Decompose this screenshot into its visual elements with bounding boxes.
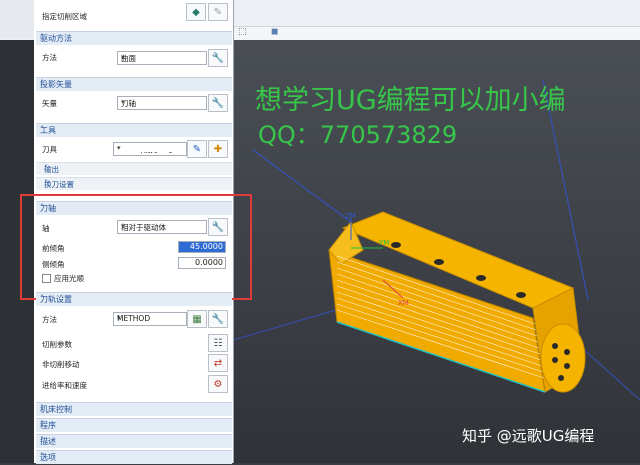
chevron-up-icon: ˄ — [40, 33, 44, 42]
view-cube-icon[interactable]: ◼ — [271, 27, 278, 37]
xm-axis-label: XM — [398, 299, 409, 307]
cut-area-label: 指定切削区域 — [42, 12, 87, 21]
flashlight-icon: ✎ — [213, 6, 223, 18]
non-cut-icon: ⇄ — [213, 357, 223, 369]
tool-new-icon: ✚ — [213, 143, 223, 155]
chevron-down-icon: ˅ — [40, 436, 44, 445]
section-machine-control[interactable]: 机床控制 ˅ — [36, 402, 232, 416]
cut-params-button[interactable]: ☷ — [208, 334, 228, 352]
chevron-up-icon: ˄ — [40, 294, 44, 303]
section-tool[interactable]: 工具 ˄ — [36, 123, 232, 137]
feeds-speeds-label: 进给率和速度 — [42, 381, 87, 390]
drive-edit-button[interactable]: 🔧 — [208, 49, 228, 67]
path-method-select[interactable]: METHOD ▾ — [113, 312, 187, 326]
tool-label: 刀具 — [42, 145, 57, 154]
wrench-icon: 🔧 — [211, 97, 225, 109]
vector-label: 矢量 — [42, 99, 57, 108]
non-cut-moves-label: 非切削移动 — [42, 360, 80, 369]
chevron-down-icon: ˅ — [40, 404, 44, 413]
change-tool-subsection[interactable]: 换刀设置 ˅ — [36, 177, 232, 190]
highlight-box — [20, 194, 252, 300]
method-edit-button[interactable]: 🔧 — [208, 310, 228, 328]
path-method-label: 方法 — [42, 315, 57, 324]
method-icon: ▦ — [192, 313, 202, 325]
chevron-up-icon: ˄ — [40, 79, 44, 88]
section-options[interactable]: 选项 ˅ — [36, 450, 232, 464]
ym-axis-label: YM — [378, 239, 389, 247]
chevron-down-icon: ˅ — [44, 164, 48, 173]
drive-method-label: 方法 — [42, 53, 57, 62]
chevron-up-icon: ˄ — [40, 125, 44, 134]
watermark-line1: 想学习UG编程可以加小编 — [255, 85, 566, 116]
wrench-icon: 🔧 — [211, 52, 225, 64]
chevron-down-icon: ˅ — [40, 420, 44, 429]
dropdown-arrow-icon: ▾ — [121, 98, 125, 106]
watermark-line2: QQ：770573829 — [258, 121, 458, 149]
wrench-icon: 🔧 — [211, 313, 225, 325]
zm-axis-label: ZM — [345, 212, 356, 220]
output-subsection[interactable]: 输出 ˅ — [36, 162, 232, 175]
section-projection-vector[interactable]: 投影矢量 ˄ — [36, 77, 232, 91]
chevron-down-icon: ˅ — [44, 179, 48, 188]
non-cut-moves-button[interactable]: ⇄ — [208, 354, 228, 372]
tool-select[interactable]: D4R2 (铣刀-5 参▾ — [113, 142, 187, 156]
method-new-button[interactable]: ▦ — [187, 310, 207, 328]
selection-box-icon[interactable]: ⬚ — [238, 27, 247, 37]
feeds-icon: ⚙ — [213, 378, 223, 390]
top-left-toolbar — [0, 0, 35, 38]
section-description[interactable]: 描述 ˅ — [36, 434, 232, 448]
section-path-settings[interactable]: 刀轨设置 ˄ — [36, 292, 232, 306]
tool-edit-icon: ✎ — [192, 143, 202, 155]
credit-watermark: 知乎 @远歌UG编程 — [462, 427, 595, 445]
dropdown-arrow-icon: ▾ — [117, 144, 184, 152]
display-cut-area-button[interactable]: ✎ — [208, 3, 228, 21]
cut-params-label: 切削参数 — [42, 340, 72, 349]
drive-method-select[interactable]: 曲面 ▾ — [117, 51, 207, 65]
cut-params-icon: ☷ — [213, 337, 223, 349]
specify-cut-area-button[interactable]: ◆ — [186, 3, 206, 21]
chevron-down-icon: ˅ — [40, 452, 44, 461]
section-drive-method[interactable]: 驱动方法 ˄ — [36, 31, 232, 45]
cut-area-icon: ◆ — [192, 6, 200, 18]
vector-edit-button[interactable]: 🔧 — [208, 94, 228, 112]
vector-select[interactable]: 刀轴 ▾ — [117, 96, 207, 110]
section-program[interactable]: 程序 ˅ — [36, 418, 232, 432]
feeds-speeds-button[interactable]: ⚙ — [208, 375, 228, 393]
view-toolbar: ⬚ ◼ — [233, 26, 640, 41]
dropdown-arrow-icon: ▾ — [121, 53, 125, 61]
edit-tool-button[interactable]: ✎ — [187, 140, 207, 158]
dropdown-arrow-icon: ▾ — [117, 314, 121, 322]
new-tool-button[interactable]: ✚ — [208, 140, 228, 158]
